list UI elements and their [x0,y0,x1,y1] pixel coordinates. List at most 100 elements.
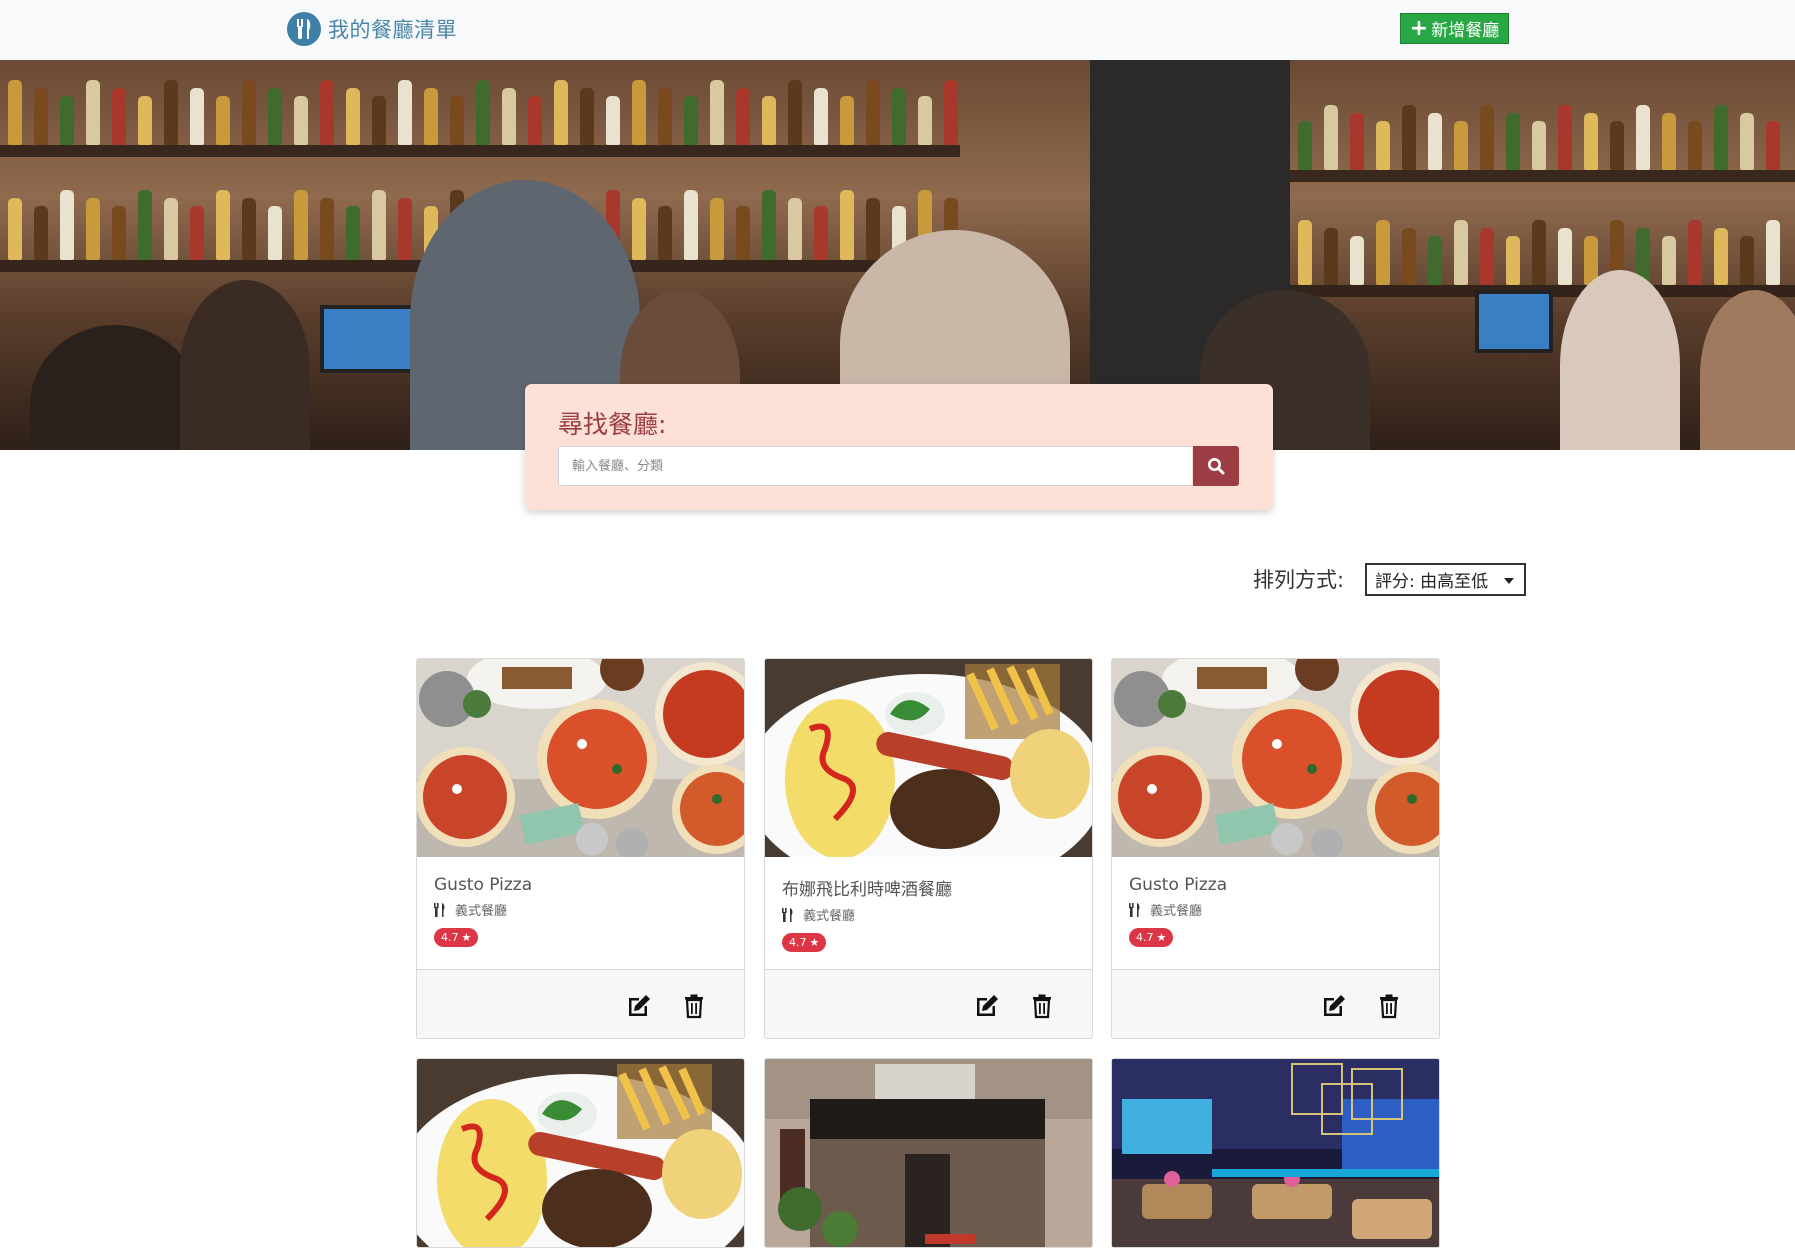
monitor [1475,290,1553,353]
restaurant-card[interactable]: Gusto Pizza 義式餐廳 4.7 ★ [1111,658,1440,1039]
patron-silhouette [30,325,200,450]
restaurant-image[interactable] [1112,1059,1439,1247]
restaurant-image[interactable] [417,659,744,857]
bottle [1350,113,1364,170]
restaurant-card[interactable] [416,1058,745,1248]
bottle [476,80,490,145]
bottle [398,80,412,145]
edit-button[interactable] [625,992,653,1020]
restaurant-image[interactable] [417,1059,744,1247]
bottle [1506,236,1520,285]
bottle [944,80,958,145]
bottle [1714,105,1728,170]
search-button[interactable] [1193,446,1239,486]
rating-value: 4.7 [1136,931,1154,944]
bottle [424,88,438,145]
patron-silhouette [1560,270,1680,450]
bottle [918,96,932,145]
star-icon: ★ [809,936,820,949]
bottle [138,190,152,260]
bottle [60,96,74,145]
bottle [1350,236,1364,285]
bottle [1376,220,1390,285]
chevron-down-icon [1504,578,1514,584]
bottle [632,198,646,260]
bottle [1324,105,1338,170]
card-footer [417,969,744,1038]
bottle [138,96,152,145]
bottle [268,88,282,145]
bottle [8,198,22,260]
bottle [1454,220,1468,285]
card-body: Gusto Pizza 義式餐廳 4.7 ★ [417,857,744,969]
bottle [1662,236,1676,285]
bottle [216,96,230,145]
bottle [1688,121,1702,170]
restaurant-card[interactable]: Gusto Pizza 義式餐廳 4.7 ★ [416,658,745,1039]
bottle [1610,121,1624,170]
bottle [736,206,750,260]
add-restaurant-button[interactable]: + 新增餐廳 [1400,13,1509,44]
bottle [710,198,724,260]
bottle [34,206,48,260]
rating-value: 4.7 [789,936,807,949]
trash-icon [685,994,703,1019]
bottle [658,88,672,145]
bottle [1558,228,1572,285]
edit-icon [1324,995,1345,1016]
restaurant-card[interactable] [764,1058,1093,1248]
search-panel: 尋找餐廳: [525,384,1273,510]
brand-link[interactable]: 我的餐廳清單 [287,12,457,46]
delete-button[interactable] [680,992,708,1020]
search-icon [1208,458,1225,475]
bottle [892,88,906,145]
edit-button[interactable] [973,992,1001,1020]
bottle [1532,121,1546,170]
search-input[interactable] [558,446,1192,486]
bottle [320,198,334,260]
category-label: 義式餐廳 [455,904,508,919]
bar-shelf [0,145,960,157]
bottle [1298,121,1312,170]
bottle [1584,113,1598,170]
bottle [86,198,100,260]
bottle [164,198,178,260]
restaurant-name: Gusto Pizza [434,875,533,895]
utensils-icon [1129,902,1140,917]
bottle [1298,220,1312,285]
bottle [34,88,48,145]
navbar: 我的餐廳清單 + 新增餐廳 [0,0,1795,60]
sort-select[interactable]: 評分: 由高至低 [1365,563,1526,596]
restaurant-image[interactable] [765,1059,1092,1247]
bottle [1376,121,1390,170]
delete-button[interactable] [1028,992,1056,1020]
restaurant-image[interactable] [765,659,1092,857]
card-footer [765,969,1092,1038]
bottle [112,88,126,145]
bottle [1740,113,1754,170]
patron-silhouette [1700,290,1795,450]
plus-icon: + [1409,15,1429,41]
bottle [372,96,386,145]
restaurant-card[interactable] [1111,1058,1440,1248]
bottle [8,80,22,145]
bottle [1714,228,1728,285]
bottle [1766,220,1780,285]
bottle [580,88,594,145]
edit-button[interactable] [1320,992,1348,1020]
bottle [814,88,828,145]
edit-icon [977,995,998,1016]
category-label: 義式餐廳 [1150,904,1203,919]
bottle [164,80,178,145]
restaurant-card[interactable]: 布娜飛比利時啤酒餐廳 義式餐廳 4.7 ★ [764,658,1093,1039]
patron-silhouette [180,280,310,450]
utensils-icon [434,902,445,917]
restaurant-image[interactable] [1112,659,1439,857]
bar-shelf [1290,170,1795,182]
rating-badge: 4.7 ★ [434,928,479,947]
delete-button[interactable] [1375,992,1403,1020]
bottle [554,80,568,145]
bottle [788,80,802,145]
bottle [1480,228,1494,285]
bottle [294,190,308,260]
